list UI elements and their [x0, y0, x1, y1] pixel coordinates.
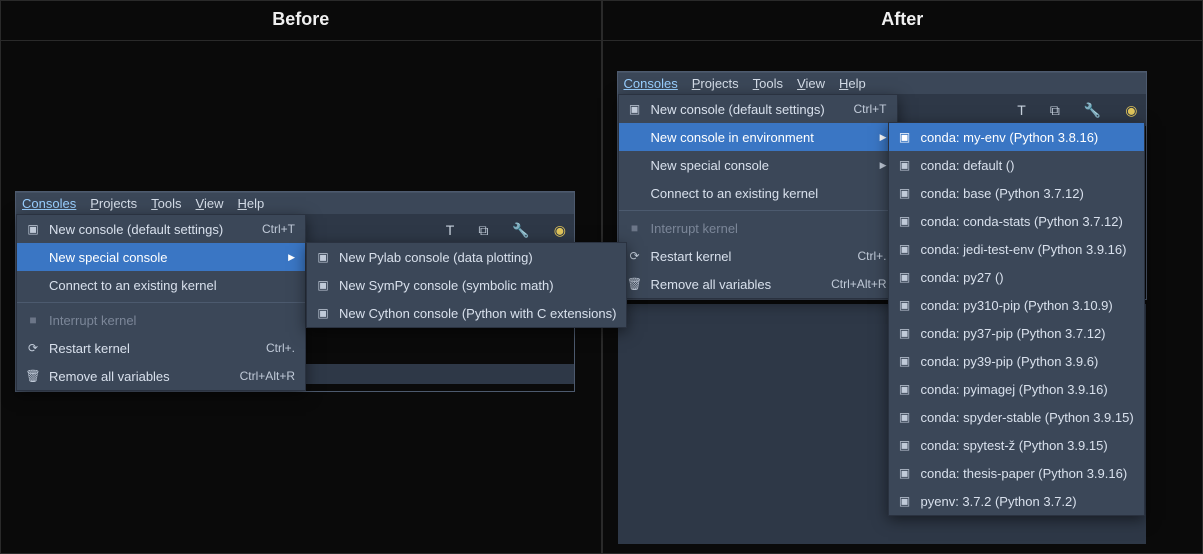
menubar: Consoles Projects Tools View Help [16, 192, 574, 214]
after-header: After [603, 0, 1203, 41]
stop-icon: ■ [25, 313, 41, 327]
env-item[interactable]: ▣ conda: py27 () [889, 263, 1144, 291]
env-item[interactable]: ▣ conda: py39-pip (Python 3.9.6) [889, 347, 1144, 375]
menu-consoles[interactable]: Consoles [22, 196, 76, 211]
trash-icon: 🗑 [627, 277, 643, 291]
env-item-label: conda: pyimagej (Python 3.9.16) [921, 382, 1134, 397]
env-item-label: conda: py37-pip (Python 3.7.12) [921, 326, 1134, 341]
terminal-icon: ▣ [897, 466, 913, 480]
env-item[interactable]: ▣ conda: conda-stats (Python 3.7.12) [889, 207, 1144, 235]
panels-icon: ⧉ [478, 222, 488, 239]
env-item[interactable]: ▣ conda: spytest-ž (Python 3.9.15) [889, 431, 1144, 459]
new-cython-console[interactable]: ▣ New Cython console (Python with C exte… [307, 299, 626, 327]
remove-all-variables[interactable]: 🗑 Remove all variables Ctrl+Alt+R [619, 270, 897, 298]
connect-kernel[interactable]: Connect to an existing kernel [619, 179, 897, 207]
chevron-right-icon: ▶ [880, 132, 887, 143]
new-pylab-console[interactable]: ▣ New Pylab console (data plotting) [307, 243, 626, 271]
env-item-label: pyenv: 3.7.2 (Python 3.7.2) [921, 494, 1134, 509]
new-special-console[interactable]: New special console ▶ [17, 243, 305, 271]
terminal-icon: ▣ [897, 214, 913, 228]
menu-view[interactable]: View [196, 196, 224, 211]
env-item[interactable]: ▣ pyenv: 3.7.2 (Python 3.7.2) [889, 487, 1144, 515]
menu-projects[interactable]: Projects [90, 196, 137, 211]
menu-tools[interactable]: Tools [753, 76, 783, 91]
env-item[interactable]: ▣ conda: base (Python 3.7.12) [889, 179, 1144, 207]
interrupt-kernel: ■ Interrupt kernel [17, 306, 305, 334]
remove-all-variables[interactable]: 🗑 Remove all variables Ctrl+Alt+R [17, 362, 305, 390]
menu-tools[interactable]: Tools [151, 196, 181, 211]
terminal-icon: ▣ [25, 222, 41, 236]
python-icon: ◉ [554, 222, 566, 239]
terminal-icon: ▣ [897, 270, 913, 284]
menubar: Consoles Projects Tools View Help [618, 72, 1146, 94]
menu-help[interactable]: Help [839, 76, 866, 91]
env-item-label: conda: default () [921, 158, 1134, 173]
env-item-label: conda: my-env (Python 3.8.16) [921, 130, 1134, 145]
terminal-icon: ▣ [897, 494, 913, 508]
env-item[interactable]: ▣ conda: thesis-paper (Python 3.9.16) [889, 459, 1144, 487]
refresh-icon: ⟳ [25, 341, 41, 355]
terminal-icon: ▣ [897, 354, 913, 368]
new-console-in-env[interactable]: New console in environment ▶ [619, 123, 897, 151]
menu-help[interactable]: Help [237, 196, 264, 211]
terminal-icon: ▣ [897, 130, 913, 144]
new-sympy-console[interactable]: ▣ New SymPy console (symbolic math) [307, 271, 626, 299]
env-item[interactable]: ▣ conda: jedi-test-env (Python 3.9.16) [889, 235, 1144, 263]
terminal-icon: ▣ [897, 410, 913, 424]
menu-separator [619, 210, 897, 211]
before-header: Before [1, 0, 601, 41]
env-item-label: conda: conda-stats (Python 3.7.12) [921, 214, 1134, 229]
new-console-default[interactable]: ▣ New console (default settings) Ctrl+T [619, 95, 897, 123]
terminal-icon: ▣ [897, 158, 913, 172]
terminal-icon: ▣ [315, 278, 331, 292]
env-item[interactable]: ▣ conda: default () [889, 151, 1144, 179]
env-item[interactable]: ▣ conda: py310-pip (Python 3.10.9) [889, 291, 1144, 319]
env-item[interactable]: ▣ conda: my-env (Python 3.8.16) [889, 123, 1144, 151]
env-item-label: conda: spytest-ž (Python 3.9.15) [921, 438, 1134, 453]
env-item[interactable]: ▣ conda: spyder-stable (Python 3.9.15) [889, 403, 1144, 431]
env-item-label: conda: thesis-paper (Python 3.9.16) [921, 466, 1134, 481]
env-item-label: conda: py27 () [921, 270, 1134, 285]
interrupt-kernel: ■ Interrupt kernel [619, 214, 897, 242]
terminal-icon: ▣ [897, 326, 913, 340]
env-item-label: conda: spyder-stable (Python 3.9.15) [921, 410, 1134, 425]
trash-icon: 🗑 [25, 369, 41, 383]
env-item[interactable]: ▣ conda: pyimagej (Python 3.9.16) [889, 375, 1144, 403]
terminal-icon: ▣ [897, 242, 913, 256]
env-item-label: conda: jedi-test-env (Python 3.9.16) [921, 242, 1134, 257]
menu-view[interactable]: View [797, 76, 825, 91]
terminal-icon: ▣ [897, 382, 913, 396]
chevron-right-icon: ▶ [880, 160, 887, 171]
terminal-icon: ▣ [315, 306, 331, 320]
menu-consoles[interactable]: Consoles [624, 76, 678, 91]
new-console-default[interactable]: ▣ New console (default settings) Ctrl+T [17, 215, 305, 243]
text-icon: T [1017, 102, 1026, 118]
env-item-label: conda: py310-pip (Python 3.10.9) [921, 298, 1134, 313]
wrench-icon: 🔧 [1084, 102, 1101, 119]
connect-kernel[interactable]: Connect to an existing kernel [17, 271, 305, 299]
python-icon: ◉ [1125, 102, 1137, 119]
env-item[interactable]: ▣ conda: py37-pip (Python 3.7.12) [889, 319, 1144, 347]
terminal-icon: ▣ [897, 438, 913, 452]
stop-icon: ■ [627, 221, 643, 235]
refresh-icon: ⟳ [627, 249, 643, 263]
menu-projects[interactable]: Projects [692, 76, 739, 91]
new-special-console[interactable]: New special console ▶ [619, 151, 897, 179]
terminal-icon: ▣ [627, 102, 643, 116]
env-item-label: conda: base (Python 3.7.12) [921, 186, 1134, 201]
text-icon: T [446, 222, 455, 238]
terminal-icon: ▣ [897, 186, 913, 200]
menu-separator [17, 302, 305, 303]
restart-kernel[interactable]: ⟳ Restart kernel Ctrl+. [17, 334, 305, 362]
terminal-icon: ▣ [897, 298, 913, 312]
chevron-right-icon: ▶ [288, 252, 295, 263]
env-item-label: conda: py39-pip (Python 3.9.6) [921, 354, 1134, 369]
panels-icon: ⧉ [1050, 102, 1060, 119]
terminal-icon: ▣ [315, 250, 331, 264]
wrench-icon: 🔧 [512, 222, 529, 239]
restart-kernel[interactable]: ⟳ Restart kernel Ctrl+. [619, 242, 897, 270]
